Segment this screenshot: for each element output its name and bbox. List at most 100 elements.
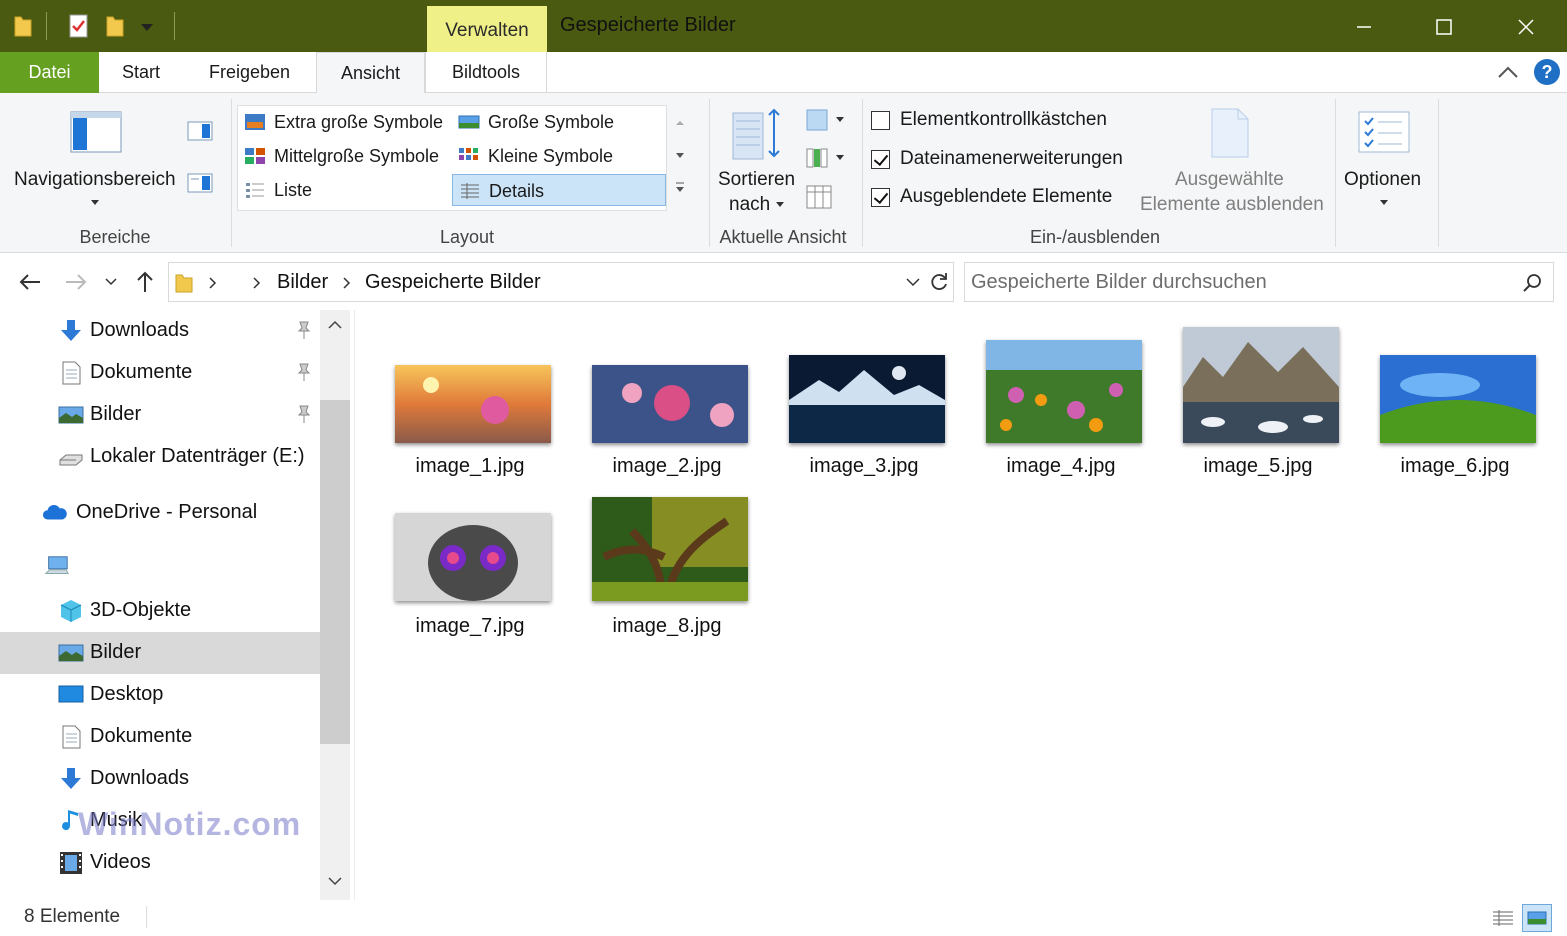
preview-pane-icon[interactable]: [187, 121, 213, 141]
item-checkboxes-checkbox[interactable]: [871, 111, 890, 130]
tab-file[interactable]: Datei: [0, 52, 99, 93]
file-tile[interactable]: image_7.jpg: [375, 485, 565, 645]
sort-by-label[interactable]: Sortieren: [718, 169, 795, 191]
computer-icon: [44, 556, 69, 574]
pin-icon[interactable]: [294, 404, 314, 424]
folder-icon[interactable]: [14, 14, 32, 38]
tab-view[interactable]: Ansicht: [316, 52, 425, 94]
sidebar-item-label: Downloads: [90, 767, 189, 789]
scroll-down-icon[interactable]: [328, 876, 342, 886]
details-view-toggle-icon[interactable]: [1488, 904, 1518, 932]
address-dropdown-icon[interactable]: [906, 278, 920, 288]
sidebar-item-this-pc[interactable]: [0, 546, 320, 588]
file-tile[interactable]: image_8.jpg: [572, 485, 762, 645]
sidebar-item-pictures[interactable]: Bilder: [0, 632, 320, 674]
sort-by-icon[interactable]: [732, 107, 784, 161]
file-tile[interactable]: image_2.jpg: [572, 325, 762, 485]
file-view: image_1.jpg image_2.jpg image_3.jpg imag…: [354, 310, 1567, 900]
file-tile[interactable]: image_5.jpg: [1163, 325, 1353, 485]
properties-icon[interactable]: [68, 14, 90, 38]
hidden-items-label[interactable]: Ausgeblendete Elemente: [900, 186, 1112, 208]
add-columns-icon[interactable]: [806, 147, 846, 169]
scrollbar-thumb[interactable]: [320, 400, 350, 744]
scroll-up-icon[interactable]: [328, 320, 342, 330]
sidebar-item-onedrive[interactable]: OneDrive - Personal: [0, 492, 320, 534]
new-folder-icon[interactable]: [106, 14, 124, 38]
tab-share[interactable]: Freigeben: [183, 52, 316, 93]
details-pane-icon[interactable]: [187, 173, 213, 193]
collapse-ribbon-icon[interactable]: [1496, 62, 1520, 84]
chevron-down-icon[interactable]: [1379, 199, 1389, 207]
tab-picture-tools[interactable]: Bildtools: [425, 52, 547, 93]
tab-home[interactable]: Start: [99, 52, 183, 93]
hide-selected-items-label-2[interactable]: Elemente ausblenden: [1140, 194, 1324, 216]
forward-arrow-icon[interactable]: [64, 272, 88, 292]
sidebar-item-downloads[interactable]: Downloads: [0, 758, 320, 800]
drive-icon: [59, 454, 83, 466]
sidebar-item-label: Desktop: [90, 683, 164, 705]
layout-small-icons[interactable]: Kleine Symbole: [452, 140, 666, 172]
minimize-button[interactable]: [1324, 0, 1404, 52]
address-bar[interactable]: Bilder Gespeicherte Bilder: [168, 262, 954, 302]
hidden-items-checkbox[interactable]: [871, 188, 890, 207]
refresh-icon[interactable]: [929, 272, 949, 292]
maximize-button[interactable]: [1404, 0, 1484, 52]
large-icons-view-toggle[interactable]: [1522, 904, 1552, 932]
navigation-pane-button[interactable]: Navigationsbereich: [14, 169, 176, 191]
contextual-tab-manage[interactable]: Verwalten: [427, 6, 547, 52]
recent-locations-chevron-icon[interactable]: [105, 278, 117, 286]
file-extensions-label[interactable]: Dateinamenerweiterungen: [900, 148, 1123, 170]
navigation-pane: Downloads Dokumente Bilder Lokaler Daten…: [0, 310, 350, 900]
file-tile[interactable]: image_4.jpg: [966, 325, 1156, 485]
sidebar-item-documents-quick[interactable]: Dokumente: [0, 352, 320, 394]
sidebar-item-label: Dokumente: [90, 725, 193, 747]
file-tile[interactable]: image_1.jpg: [375, 325, 565, 485]
breadcrumb-chevron-icon[interactable]: [209, 277, 217, 289]
pin-icon[interactable]: [294, 362, 314, 382]
file-extensions-checkbox[interactable]: [871, 150, 890, 169]
sidebar-item-videos[interactable]: Videos: [0, 842, 320, 884]
sidebar-item-3d-objects[interactable]: 3D-Objekte: [0, 590, 320, 632]
sidebar-item-desktop[interactable]: Desktop: [0, 674, 320, 716]
breadcrumb-pictures[interactable]: Bilder: [277, 271, 328, 294]
sidebar-scrollbar[interactable]: [320, 310, 350, 900]
layout-gallery-scroll[interactable]: [673, 115, 687, 215]
layout-medium-icons[interactable]: Mittelgroße Symbole: [238, 140, 452, 172]
pin-icon[interactable]: [294, 320, 314, 340]
sort-by-label-2[interactable]: nach: [729, 194, 770, 216]
layout-large-icons[interactable]: Große Symbole: [452, 106, 666, 138]
breadcrumb-chevron-icon[interactable]: [343, 277, 351, 289]
group-label-layout: Layout: [439, 227, 495, 247]
breadcrumb-chevron-icon[interactable]: [253, 277, 261, 289]
search-icon[interactable]: [1522, 273, 1542, 293]
hide-selected-items-label[interactable]: Ausgewählte: [1175, 169, 1284, 191]
options-icon[interactable]: [1358, 111, 1410, 153]
sidebar-item-documents[interactable]: Dokumente: [0, 716, 320, 758]
item-checkboxes-label[interactable]: Elementkontrollkästchen: [900, 109, 1107, 131]
file-tile[interactable]: image_6.jpg: [1360, 325, 1550, 485]
search-input[interactable]: Gespeicherte Bilder durchsuchen: [971, 271, 1267, 294]
file-name: image_5.jpg: [1203, 455, 1313, 477]
options-button[interactable]: Optionen: [1344, 169, 1421, 191]
back-arrow-icon[interactable]: [18, 272, 42, 292]
layout-details[interactable]: Details: [452, 174, 666, 206]
close-button[interactable]: [1486, 0, 1566, 52]
navigation-pane-icon[interactable]: [70, 111, 122, 153]
hide-selected-items-icon[interactable]: [1210, 107, 1250, 159]
layout-list[interactable]: Liste: [238, 174, 452, 206]
file-tile[interactable]: image_3.jpg: [769, 325, 959, 485]
sidebar-item-pictures-quick[interactable]: Bilder: [0, 394, 320, 436]
chevron-down-icon[interactable]: [90, 199, 100, 207]
size-columns-icon[interactable]: [806, 185, 832, 209]
title-bar: Verwalten Gespeicherte Bilder: [0, 0, 1567, 52]
group-by-icon[interactable]: [806, 109, 846, 131]
sidebar-item-local-drive-e[interactable]: Lokaler Datenträger (E:): [0, 436, 320, 478]
sidebar-item-downloads-quick[interactable]: Downloads: [0, 310, 320, 352]
chevron-down-icon[interactable]: [775, 201, 785, 209]
customize-dropdown-icon[interactable]: [140, 22, 154, 32]
breadcrumb-saved-pictures[interactable]: Gespeicherte Bilder: [365, 271, 541, 294]
layout-extra-large-icons[interactable]: Extra große Symbole: [238, 106, 452, 138]
up-arrow-icon[interactable]: [135, 270, 155, 294]
help-button[interactable]: ?: [1534, 59, 1560, 85]
search-box[interactable]: Gespeicherte Bilder durchsuchen: [964, 262, 1554, 302]
